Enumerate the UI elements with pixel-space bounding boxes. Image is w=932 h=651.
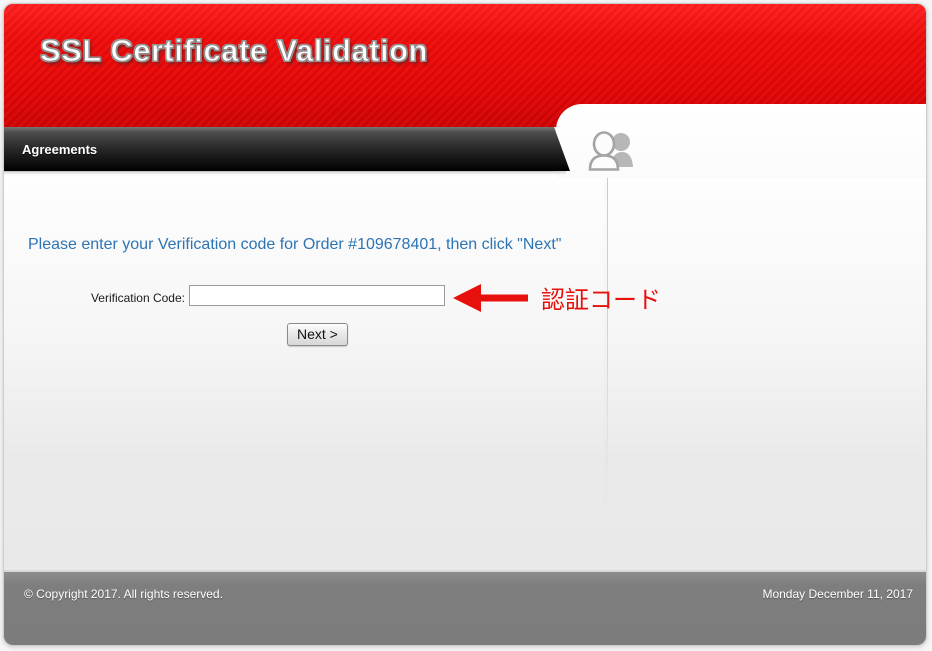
copyright-text: © Copyright 2017. All rights reserved. <box>24 587 223 601</box>
verification-code-label: Verification Code: <box>4 291 185 305</box>
page-card: SSL Certificate Validation Agreements Pl… <box>3 3 927 646</box>
content-column-divider <box>607 174 608 502</box>
next-button[interactable]: Next > <box>287 323 348 346</box>
annotation-callout: 認証コード <box>453 280 661 315</box>
tab-agreements[interactable]: Agreements <box>4 127 579 171</box>
tab-agreements-label: Agreements <box>4 142 97 157</box>
verification-code-input[interactable] <box>189 285 445 306</box>
page-title: SSL Certificate Validation <box>4 4 926 69</box>
footer-date: Monday December 11, 2017 <box>762 587 913 601</box>
users-icon[interactable] <box>584 130 641 177</box>
instruction-text: Please enter your Verification code for … <box>28 234 584 256</box>
annotation-text: 認証コード <box>541 280 661 315</box>
page-footer: © Copyright 2017. All rights reserved. M… <box>4 570 926 645</box>
content-area <box>4 172 926 570</box>
left-arrow-icon <box>453 283 531 313</box>
